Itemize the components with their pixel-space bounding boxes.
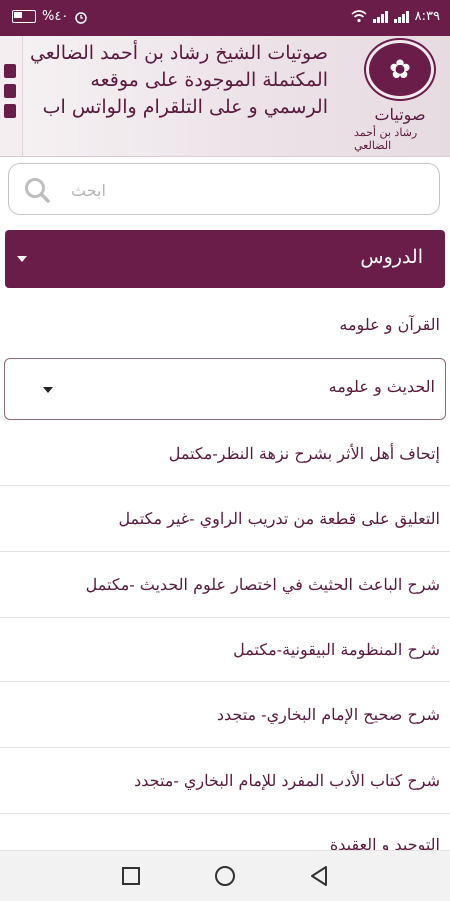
- lesson-label: إتحاف أهل الأثر بشرح نزهة النظر-مكتمل: [168, 443, 440, 463]
- lesson-label: شرح الباعث الحثيث في اختصار علوم الحديث …: [85, 574, 440, 594]
- chevron-down-icon: [43, 387, 53, 393]
- subsection-hadith[interactable]: الحديث و علومه: [4, 358, 446, 420]
- signal-icon: [372, 10, 388, 23]
- lesson-item[interactable]: شرح الباعث الحثيث في اختصار علوم الحديث …: [0, 552, 450, 618]
- list-item-category[interactable]: القرآن و علومه: [0, 294, 450, 356]
- lesson-label: شرح كتاب الأدب المفرد للإمام البخاري -مت…: [134, 770, 440, 790]
- signal-icon: [393, 10, 409, 23]
- lesson-item[interactable]: التعليق على قطعة من تدريب الراوي -غير مك…: [0, 486, 450, 552]
- lesson-item[interactable]: إتحاف أهل الأثر بشرح نزهة النظر-مكتمل: [0, 422, 450, 486]
- lesson-label: شرح صحيح الإمام البخاري- متجدد: [216, 704, 440, 724]
- lesson-item[interactable]: شرح كتاب الأدب المفرد للإمام البخاري -مت…: [0, 748, 450, 814]
- lesson-label: التعليق على قطعة من تدريب الراوي -غير مك…: [118, 508, 440, 528]
- search-input[interactable]: [69, 174, 413, 206]
- battery-icon: [12, 10, 36, 23]
- status-right: ٨:٣٩: [351, 9, 440, 24]
- lesson-item[interactable]: شرح صحيح الإمام البخاري- متجدد: [0, 682, 450, 748]
- section-title: الدروس: [360, 246, 423, 268]
- logo-emblem-icon: ✿: [366, 40, 434, 99]
- list-item-label: القرآن و علومه: [339, 315, 440, 334]
- search-box[interactable]: [8, 163, 440, 215]
- lesson-label: شرح المنظومة البيقونية-مكتمل: [233, 639, 440, 659]
- search-icon[interactable]: [23, 176, 51, 204]
- section-header-lessons[interactable]: الدروس: [5, 230, 445, 288]
- chevron-down-icon: [17, 256, 27, 262]
- logo-word: صوتيات: [374, 105, 426, 124]
- clock: ٨:٣٩: [414, 9, 440, 24]
- back-icon[interactable]: [306, 863, 332, 889]
- app-header-banner: صوتيات الشيخ رشاد بن أحمد الضالعي المكتم…: [0, 36, 450, 157]
- alarm-icon: [75, 11, 88, 24]
- lesson-item[interactable]: شرح المنظومة البيقونية-مكتمل: [0, 618, 450, 682]
- subsection-title: الحديث و علومه: [328, 377, 435, 396]
- recents-icon[interactable]: [118, 863, 144, 889]
- menu-icon[interactable]: [4, 64, 16, 118]
- logo-name: رشاد بن أحمد الضالعي: [354, 126, 418, 152]
- battery-text: %٤٠: [42, 9, 69, 24]
- header-description: صوتيات الشيخ رشاد بن أحمد الضالعي المكتم…: [29, 42, 328, 118]
- wifi-icon: [351, 10, 367, 23]
- system-nav-bar: [0, 850, 450, 901]
- home-icon[interactable]: [212, 863, 238, 889]
- status-left: %٤٠: [12, 9, 88, 24]
- status-bar: %٤٠ ٨:٣٩: [0, 0, 450, 36]
- app-logo: ✿ صوتيات رشاد بن أحمد الضالعي: [354, 40, 446, 152]
